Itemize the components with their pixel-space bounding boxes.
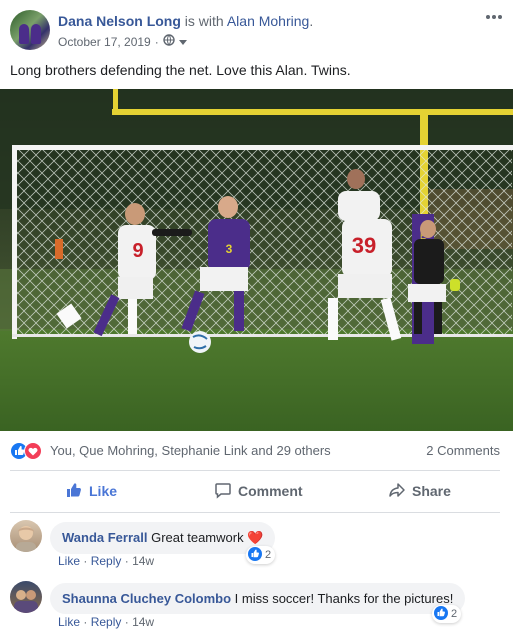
like-button[interactable]: Like: [65, 472, 117, 510]
love-icon: [24, 442, 42, 460]
comment-item: Shaunna Cluchey Colombo I miss soccer! T…: [10, 581, 505, 633]
comment-text: I miss soccer! Thanks for the pictures!: [234, 591, 454, 606]
heart-emoji-icon: ❤️: [247, 530, 264, 545]
commenter-name[interactable]: Shaunna Cluchey Colombo: [62, 591, 231, 606]
reaction-icons[interactable]: [10, 442, 50, 460]
reactions-summary[interactable]: You, Que Mohring, Stephanie Link and 29 …: [50, 443, 331, 458]
facebook-post: Dana Nelson Long is with Alan Mohring. O…: [0, 0, 513, 634]
like-label: Like: [89, 483, 118, 499]
comment-actions: Like · Reply · 14w: [58, 615, 154, 629]
jersey-number-three: 3: [226, 242, 233, 256]
comment-reply-link[interactable]: Reply: [91, 554, 122, 568]
commenter-avatar[interactable]: [10, 581, 42, 613]
comment-reaction-count[interactable]: 2: [246, 546, 276, 564]
comment-like-link[interactable]: Like: [58, 615, 80, 629]
post-date[interactable]: October 17, 2019: [58, 35, 151, 49]
comment-like-count: 2: [265, 549, 272, 561]
comment-time[interactable]: 14w: [132, 554, 154, 568]
comment-separator: ·: [124, 554, 129, 568]
commenter-name[interactable]: Wanda Ferrall: [62, 530, 147, 545]
comment-item: Wanda Ferrall Great teamwork ❤️ 2 Like ·…: [10, 520, 505, 572]
comment-separator: ·: [83, 615, 88, 629]
comment-separator: ·: [83, 554, 88, 568]
commenter-avatar[interactable]: [10, 520, 42, 552]
comment-icon: [214, 481, 232, 502]
comment-button[interactable]: Comment: [214, 472, 513, 510]
like-icon: [248, 546, 262, 564]
comment-actions: Like · Reply · 14w: [58, 554, 154, 568]
share-label: Share: [412, 483, 451, 499]
comment-reply-link[interactable]: Reply: [91, 615, 122, 629]
comment-like-link[interactable]: Like: [58, 554, 80, 568]
author-avatar[interactable]: [10, 10, 50, 50]
post-photo[interactable]: E 9 3 39: [0, 89, 513, 431]
comment-label: Comment: [238, 483, 303, 499]
comment-bubble: Wanda Ferrall Great teamwork ❤️: [50, 522, 276, 554]
tagged-suffix: .: [309, 13, 314, 29]
comment-bubble: Shaunna Cluchey Colombo I miss soccer! T…: [50, 583, 466, 614]
more-options-icon[interactable]: [485, 10, 505, 26]
globe-icon[interactable]: [163, 34, 175, 49]
jersey-number-nine: 9: [132, 240, 143, 262]
comment-separator: ·: [124, 615, 129, 629]
post-header: Dana Nelson Long is with Alan Mohring. O…: [10, 10, 505, 54]
comment-like-count: 2: [451, 608, 458, 620]
reaction-stats: You, Que Mohring, Stephanie Link and 29 …: [10, 440, 500, 462]
share-button[interactable]: Share: [388, 472, 451, 510]
comments-count[interactable]: 2 Comments: [426, 443, 500, 458]
comment-time[interactable]: 14w: [132, 615, 154, 629]
jersey-number-thirty-nine: 39: [352, 233, 376, 258]
divider-bottom: [10, 512, 500, 513]
with-text: is with: [184, 13, 224, 29]
thumbs-up-icon: [65, 481, 83, 502]
soccer-ball: [189, 331, 211, 353]
comment-text: Great teamwork: [151, 530, 244, 545]
post-author-line: Dana Nelson Long is with Alan Mohring.: [58, 13, 313, 29]
divider-top: [10, 470, 500, 471]
post-caption: Long brothers defending the net. Love th…: [10, 62, 351, 78]
like-icon: [434, 605, 448, 623]
comment-reaction-count[interactable]: 2: [432, 605, 462, 623]
post-meta: October 17, 2019 ·: [58, 34, 187, 49]
author-name[interactable]: Dana Nelson Long: [58, 13, 181, 29]
caret-down-icon[interactable]: [178, 35, 187, 49]
share-icon: [388, 481, 406, 502]
tagged-name[interactable]: Alan Mohring: [227, 13, 310, 29]
meta-separator: ·: [154, 34, 159, 49]
